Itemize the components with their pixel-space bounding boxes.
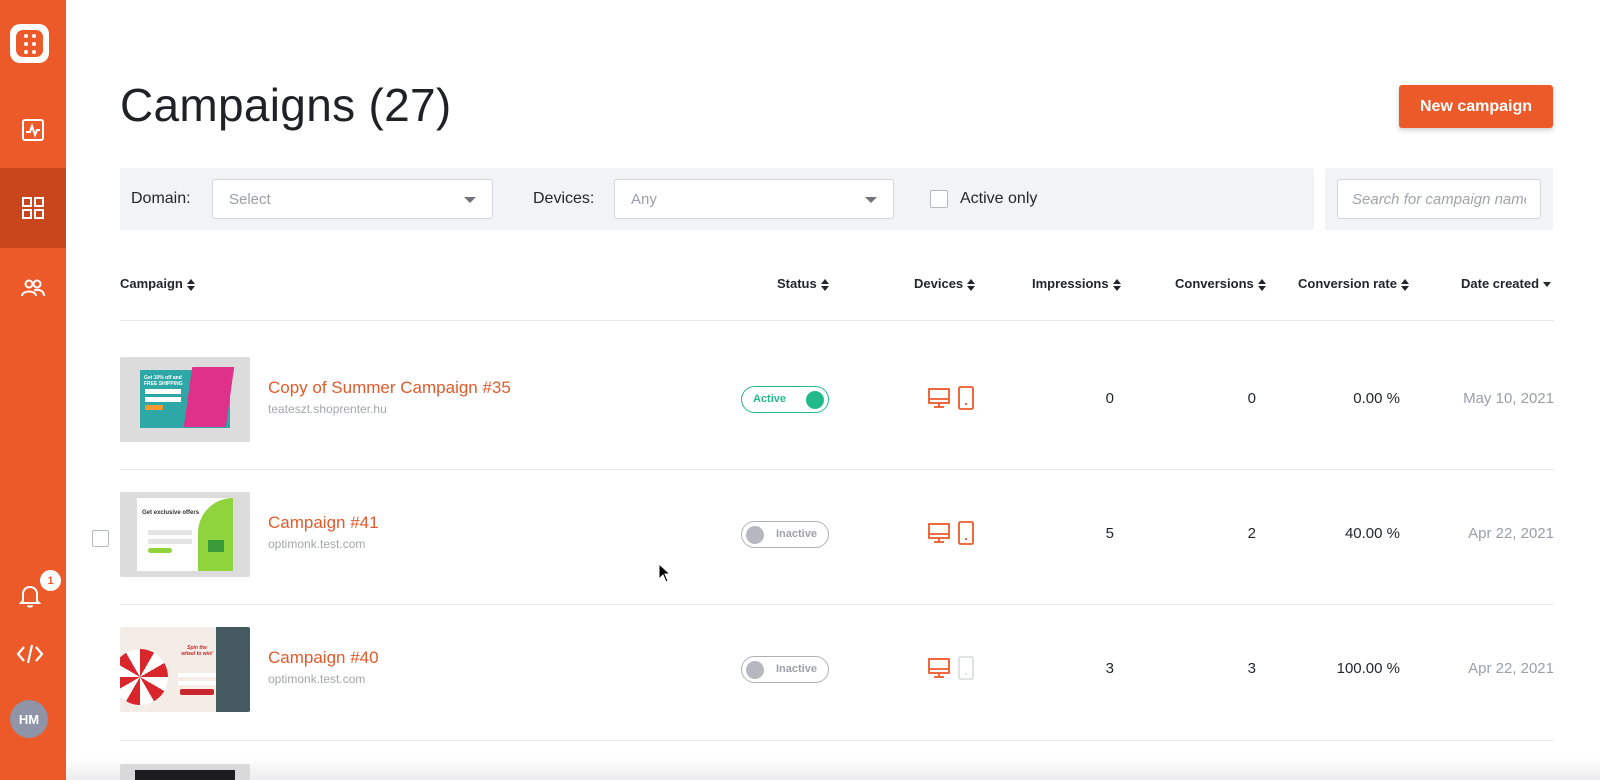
status-toggle[interactable]: Inactive bbox=[741, 656, 829, 683]
column-header-label: Conversion rate bbox=[1298, 276, 1397, 291]
sort-desc-icon bbox=[1543, 282, 1552, 288]
column-header-label: Campaign bbox=[120, 276, 183, 291]
desktop-icon bbox=[928, 523, 950, 543]
conversion-rate-value: 0.00 % bbox=[1353, 390, 1400, 407]
devices-filter-label: Devices: bbox=[533, 190, 595, 207]
search-container bbox=[1325, 168, 1553, 230]
status-label: Active bbox=[753, 393, 787, 405]
toggle-knob bbox=[746, 660, 764, 679]
divider bbox=[120, 740, 1554, 741]
logo-dots-icon bbox=[16, 30, 43, 57]
domain-filter-label: Domain: bbox=[131, 190, 191, 207]
toggle-knob bbox=[806, 390, 824, 409]
column-header-label: Impressions bbox=[1032, 276, 1109, 291]
mouse-cursor-icon bbox=[658, 563, 672, 583]
status-toggle[interactable]: Inactive bbox=[741, 521, 829, 548]
conversions-value: 0 bbox=[1247, 390, 1256, 407]
conversions-value: 3 bbox=[1247, 660, 1256, 677]
scroll-shadow bbox=[66, 758, 1600, 780]
row-select-checkbox[interactable] bbox=[92, 530, 109, 547]
campaign-domain: teateszt.shoprenter.hu bbox=[268, 402, 387, 416]
sidebar-item-subscribers[interactable] bbox=[0, 248, 66, 328]
table-row[interactable]: Get 10% off and FREE SHIPPING Copy of Su… bbox=[0, 335, 1600, 470]
column-header-label: Devices bbox=[914, 276, 964, 291]
conversions-value: 2 bbox=[1247, 525, 1256, 542]
desktop-icon bbox=[928, 388, 950, 408]
date-created-value: Apr 22, 2021 bbox=[1468, 525, 1554, 542]
column-header-conversions[interactable]: Conversions bbox=[1175, 276, 1266, 291]
table-row[interactable]: Spin the wheel to win! Campaign #40 opti… bbox=[0, 605, 1600, 740]
thumbnail-text: Get 10% off and FREE SHIPPING bbox=[144, 375, 183, 387]
users-icon bbox=[21, 279, 45, 297]
impressions-value: 5 bbox=[1105, 525, 1114, 542]
toggle-knob bbox=[746, 525, 764, 544]
column-header-status[interactable]: Status bbox=[777, 276, 829, 291]
campaign-thumbnail: Spin the wheel to win! bbox=[120, 627, 250, 712]
mobile-icon-disabled bbox=[958, 656, 974, 680]
column-header-date-created[interactable]: Date created bbox=[1461, 276, 1552, 291]
column-header-campaign[interactable]: Campaign bbox=[120, 276, 195, 291]
sort-icon bbox=[1112, 278, 1121, 291]
date-created-value: Apr 22, 2021 bbox=[1468, 660, 1554, 677]
divider bbox=[120, 320, 1554, 321]
domain-select-value: Select bbox=[229, 191, 271, 208]
app-logo[interactable] bbox=[10, 24, 49, 63]
filter-bar: Domain: Select Devices: Any Active only bbox=[120, 168, 1314, 230]
sort-icon bbox=[1400, 278, 1409, 291]
devices-select-value: Any bbox=[631, 191, 657, 208]
grid-icon bbox=[22, 197, 44, 219]
campaign-thumbnail: Get exclusive offers bbox=[120, 492, 250, 577]
new-campaign-button[interactable]: New campaign bbox=[1399, 85, 1553, 128]
campaign-domain: optimonk.test.com bbox=[268, 537, 366, 551]
domain-select[interactable]: Select bbox=[212, 179, 493, 219]
thumbnail-text: Get exclusive offers bbox=[142, 510, 200, 516]
chevron-down-icon bbox=[464, 197, 476, 203]
column-header-label: Date created bbox=[1461, 276, 1540, 291]
sort-icon bbox=[967, 278, 976, 291]
desktop-icon bbox=[928, 658, 950, 678]
status-label: Inactive bbox=[776, 663, 817, 675]
status-label: Inactive bbox=[776, 528, 817, 540]
page-title: Campaigns (27) bbox=[120, 79, 452, 131]
conversion-rate-value: 100.00 % bbox=[1336, 660, 1400, 677]
impressions-value: 0 bbox=[1105, 390, 1114, 407]
search-input[interactable] bbox=[1337, 179, 1541, 219]
conversion-rate-value: 40.00 % bbox=[1344, 525, 1400, 542]
sidebar-item-analytics[interactable] bbox=[0, 90, 66, 170]
campaign-name-link[interactable]: Campaign #40 bbox=[268, 648, 379, 668]
date-created-value: May 10, 2021 bbox=[1463, 390, 1554, 407]
sort-icon bbox=[820, 278, 829, 291]
campaign-thumbnail bbox=[120, 764, 250, 780]
impressions-value: 3 bbox=[1105, 660, 1114, 677]
sort-icon bbox=[1257, 278, 1266, 291]
app-window: 1 HM Campaigns (27) New campaign Domain:… bbox=[0, 0, 1600, 780]
thumbnail-text: Spin the wheel to win! bbox=[181, 645, 213, 657]
mobile-icon bbox=[958, 521, 974, 545]
activity-chart-icon bbox=[22, 119, 44, 141]
campaign-domain: optimonk.test.com bbox=[268, 672, 366, 686]
status-toggle[interactable]: Active bbox=[741, 386, 829, 413]
active-only-label[interactable]: Active only bbox=[960, 190, 1037, 208]
sidebar-item-campaigns[interactable] bbox=[0, 168, 66, 248]
column-header-impressions[interactable]: Impressions bbox=[1032, 276, 1121, 291]
table-row[interactable]: Get exclusive offers Campaign #41 optimo… bbox=[0, 470, 1600, 605]
column-header-devices[interactable]: Devices bbox=[914, 276, 976, 291]
campaign-name-link[interactable]: Campaign #41 bbox=[268, 513, 379, 533]
mobile-icon bbox=[958, 386, 974, 410]
campaign-thumbnail: Get 10% off and FREE SHIPPING bbox=[120, 357, 250, 442]
active-only-checkbox[interactable] bbox=[930, 190, 948, 208]
column-header-label: Conversions bbox=[1175, 276, 1254, 291]
column-header-conversion-rate[interactable]: Conversion rate bbox=[1298, 276, 1409, 291]
column-header-label: Status bbox=[777, 276, 817, 291]
devices-select[interactable]: Any bbox=[614, 179, 894, 219]
campaign-name-link[interactable]: Copy of Summer Campaign #35 bbox=[268, 378, 511, 398]
chevron-down-icon bbox=[865, 197, 877, 203]
sort-icon bbox=[186, 278, 195, 291]
